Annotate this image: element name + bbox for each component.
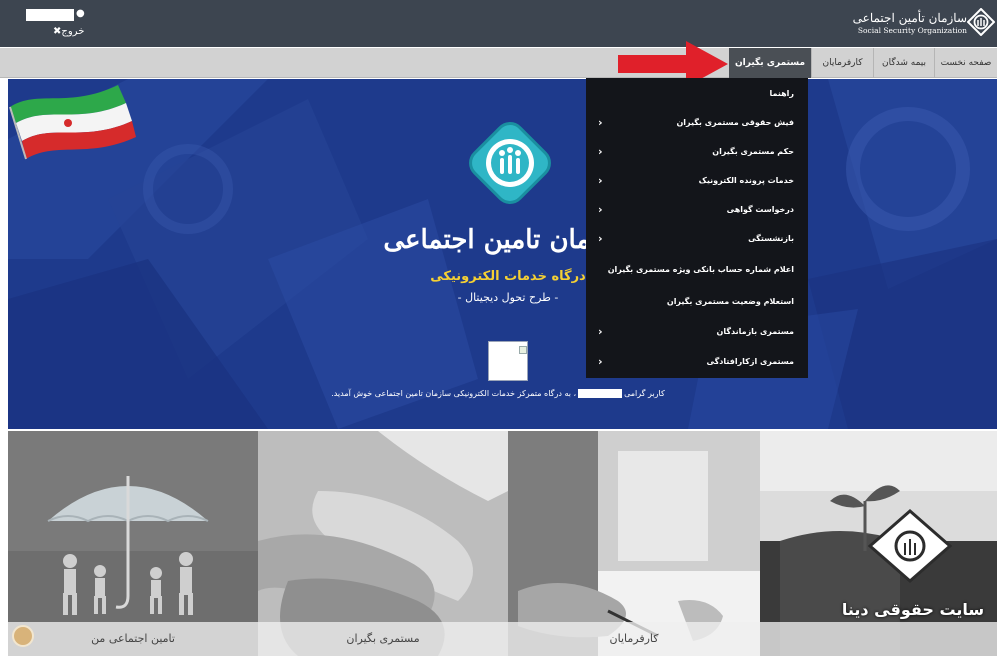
menu-item-label: حکم مستمری بگیران xyxy=(712,147,794,156)
chevron-right-icon: › xyxy=(598,232,603,245)
menu-item-label: درخواست گواهی xyxy=(726,205,794,214)
tile-insured[interactable] xyxy=(760,431,997,656)
menu-item-certificate-request[interactable]: درخواست گواهی › xyxy=(586,196,808,223)
main-nav: صفحه نخست بیمه شدگان کارفرمایان مستمری ب… xyxy=(0,48,997,78)
menu-item-label: استعلام وضعیت مستمری بگیران xyxy=(666,297,794,306)
nav-item-employers[interactable]: کارفرمایان xyxy=(811,48,873,78)
logo-emblem-icon xyxy=(967,8,995,36)
chevron-right-icon: › xyxy=(598,116,603,129)
menu-item-label: مستمری بازماندگان xyxy=(716,327,795,336)
tile-my-social-security[interactable]: تامین اجتماعی من xyxy=(8,431,258,656)
tile-label: تامین اجتماعی من xyxy=(8,622,258,656)
chevron-right-icon: › xyxy=(598,325,603,338)
menu-item-pension-decree[interactable]: حکم مستمری بگیران › xyxy=(586,138,808,165)
menu-item-survivors-pension[interactable]: مستمری بازماندگان › xyxy=(586,318,808,345)
menu-item-label: راهنما xyxy=(769,89,794,98)
menu-item-retirement[interactable]: بازنشستگی › xyxy=(586,225,808,252)
nav-item-home[interactable]: صفحه نخست xyxy=(934,48,997,78)
avatar xyxy=(12,625,34,647)
menu-item-bank-account[interactable]: اعلام شماره حساب بانکی ویژه مستمری بگیرا… xyxy=(586,256,808,283)
menu-item-guide[interactable]: راهنما xyxy=(586,80,808,107)
site-logo[interactable]: سازمان تأمین اجتماعی Social Security Org… xyxy=(853,10,967,36)
tile-label: مستمری بگیران xyxy=(258,622,508,656)
chevron-right-icon: › xyxy=(598,355,603,368)
logo-text-en: Social Security Organization xyxy=(857,26,967,35)
nav-item-pensioners[interactable]: مستمری بگیران xyxy=(729,48,811,78)
menu-item-label: فیش حقوقی مستمری بگیران xyxy=(676,118,794,127)
broken-image-placeholder xyxy=(488,341,528,381)
username-box xyxy=(26,9,74,21)
nav-item-insured[interactable]: بیمه شدگان xyxy=(873,48,934,78)
logo-text-fa: سازمان تأمین اجتماعی xyxy=(852,11,967,25)
image-icon xyxy=(519,346,527,354)
menu-item-status-inquiry[interactable]: استعلام وضعیت مستمری بگیران xyxy=(586,288,808,315)
menu-item-label: مستمری ازکارافتادگی xyxy=(706,357,794,366)
tile-pensioners[interactable]: مستمری بگیران xyxy=(258,431,508,656)
user-icon: ● xyxy=(76,8,85,19)
iran-flag-image xyxy=(9,85,136,160)
tile-label xyxy=(760,622,997,656)
logout-button[interactable]: خروج✖ xyxy=(50,26,84,38)
hero-tagline: - طرح تحول دیجیتال - xyxy=(457,291,559,304)
chevron-right-icon: › xyxy=(598,203,603,216)
sso-emblem-icon xyxy=(469,122,551,204)
menu-item-payslip[interactable]: فیش حقوقی مستمری بگیران › xyxy=(586,109,808,136)
welcome-text-start: کاربر گرامی xyxy=(624,389,665,398)
pensioners-dropdown-menu: راهنما فیش حقوقی مستمری بگیران › حکم مست… xyxy=(586,78,808,378)
username-box xyxy=(578,389,623,398)
chevron-right-icon: › xyxy=(598,174,603,187)
tile-label: کارفرمایان xyxy=(508,622,760,656)
logout-label: خروج xyxy=(61,26,85,37)
menu-item-label: اعلام شماره حساب بانکی ویژه مستمری بگیرا… xyxy=(607,265,794,274)
chevron-right-icon: › xyxy=(598,145,603,158)
menu-item-label: بازنشستگی xyxy=(748,234,794,243)
top-header: ● خروج✖ سازمان تأمین اجتماعی Social Secu… xyxy=(0,0,997,47)
menu-item-disability-pension[interactable]: مستمری ازکارافتادگی › xyxy=(586,348,808,375)
menu-item-electronic-file[interactable]: خدمات پرونده الکترونیک › xyxy=(586,167,808,194)
hero-banner: سازمان تامین اجتماعی درگاه خدمات الکترون… xyxy=(8,79,997,429)
watermark-text: سایت حقوقی دینا xyxy=(841,600,985,619)
welcome-message: کاربر گرامی ، به درگاه متمرکز خدمات الکتر… xyxy=(208,389,788,398)
hero-subtitle: درگاه خدمات الکترونیکی xyxy=(430,269,586,284)
welcome-text-end: ، به درگاه متمرکز خدمات الکترونیکی سازما… xyxy=(331,389,577,398)
tile-employers[interactable]: کارفرمایان xyxy=(508,431,760,656)
menu-item-label: خدمات پرونده الکترونیک xyxy=(698,176,794,185)
